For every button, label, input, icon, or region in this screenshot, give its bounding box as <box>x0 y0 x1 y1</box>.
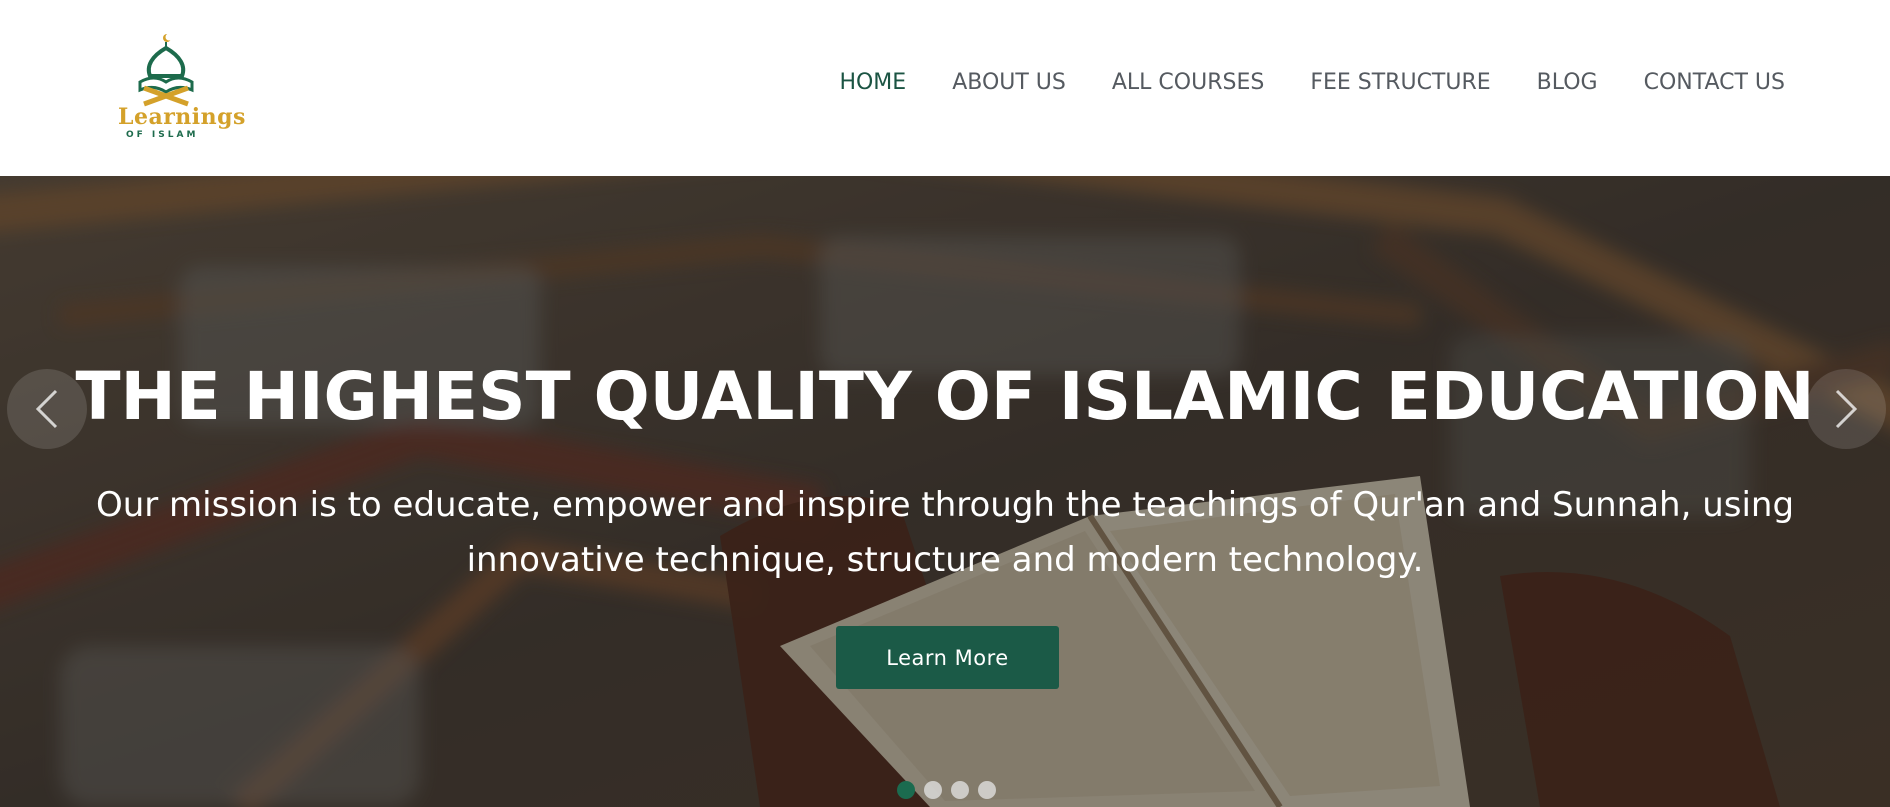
learn-more-button[interactable]: Learn More <box>836 626 1059 689</box>
slider-dot-4[interactable] <box>978 781 996 799</box>
nav-all-courses[interactable]: ALL COURSES <box>1112 70 1264 95</box>
logo-wordmark: Learnings <box>118 104 246 130</box>
site-logo[interactable]: Learnings OF ISLAM <box>114 32 245 142</box>
slider-pagination <box>897 781 996 799</box>
slider-dot-3[interactable] <box>951 781 969 799</box>
hero-subtitle-line-2: innovative technique, structure and mode… <box>466 540 1424 580</box>
nav-fee-structure[interactable]: FEE STRUCTURE <box>1310 70 1490 95</box>
hero-subtitle-line-1: Our mission is to educate, empower and i… <box>95 485 1795 525</box>
mosque-book-logo-icon <box>138 33 194 107</box>
hero-subtitle: Our mission is to educate, empower and i… <box>95 478 1795 588</box>
nav-blog[interactable]: BLOG <box>1537 70 1598 95</box>
logo-tagline: OF ISLAM <box>126 130 199 140</box>
main-nav: HOME ABOUT US ALL COURSES FEE STRUCTURE … <box>839 70 1785 95</box>
nav-home[interactable]: HOME <box>839 70 906 95</box>
slider-dot-2[interactable] <box>924 781 942 799</box>
hero-slider: THE HIGHEST QUALITY OF ISLAMIC EDUCATION… <box>0 176 1890 807</box>
nav-about-us[interactable]: ABOUT US <box>952 70 1066 95</box>
nav-contact-us[interactable]: CONTACT US <box>1644 70 1785 95</box>
site-header: Learnings OF ISLAM HOME ABOUT US ALL COU… <box>0 0 1890 176</box>
slider-dot-1[interactable] <box>897 781 915 799</box>
hero-title: THE HIGHEST QUALITY OF ISLAMIC EDUCATION <box>75 358 1815 435</box>
